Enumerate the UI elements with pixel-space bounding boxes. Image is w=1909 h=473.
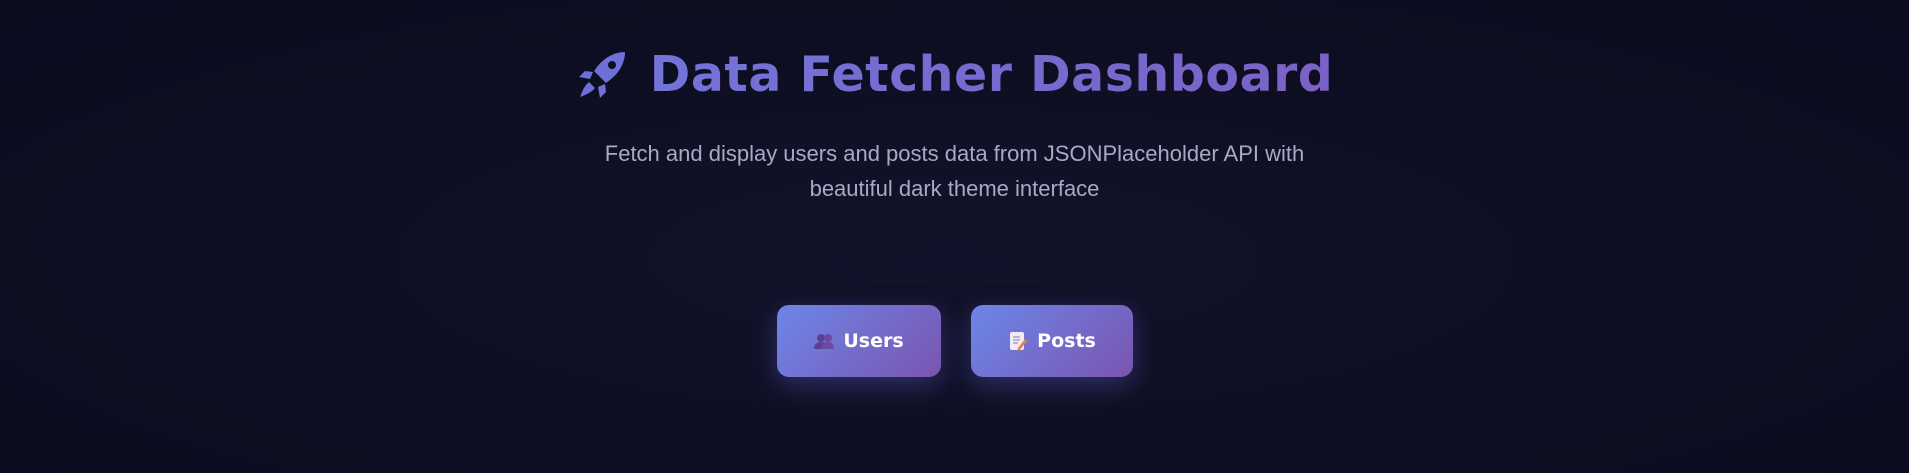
- page-subtitle: Fetch and display users and posts data f…: [604, 141, 1305, 201]
- posts-button[interactable]: Posts: [970, 305, 1133, 377]
- dashboard-page: Data Fetcher Dashboard Fetch and display…: [0, 0, 1909, 473]
- header: Data Fetcher Dashboard: [0, 44, 1909, 106]
- users-button-label: Users: [843, 330, 904, 352]
- title-group: Data Fetcher Dashboard: [576, 44, 1334, 106]
- rocket-icon: [576, 49, 628, 101]
- users-button[interactable]: Users: [776, 305, 941, 377]
- subtitle-container: Fetch and display users and posts data f…: [0, 136, 1909, 206]
- users-icon: [813, 330, 835, 352]
- page-title: Data Fetcher Dashboard: [650, 44, 1334, 106]
- posts-button-label: Posts: [1037, 330, 1096, 352]
- memo-icon: [1007, 330, 1029, 352]
- nav-buttons: Users Posts: [0, 305, 1909, 377]
